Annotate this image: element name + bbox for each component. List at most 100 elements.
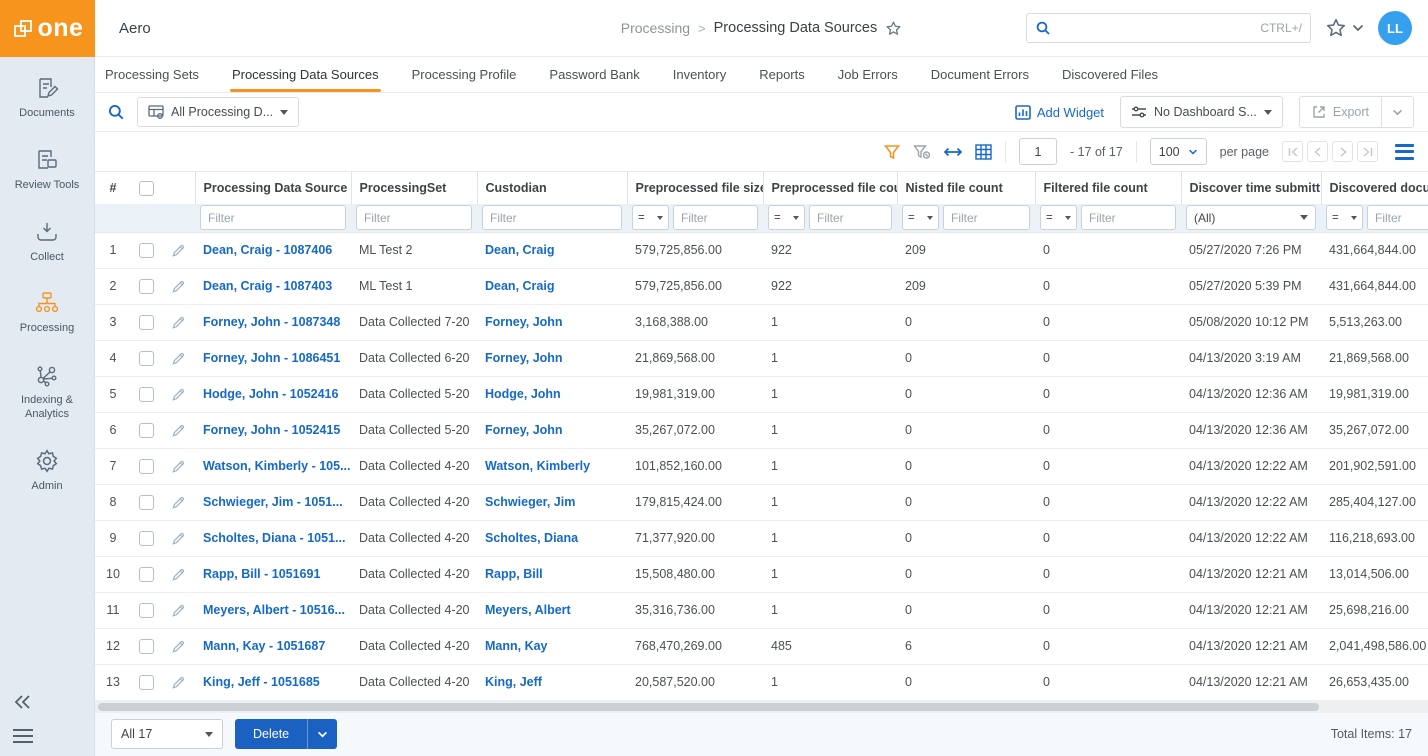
delete-options-button[interactable] bbox=[307, 719, 337, 749]
table-row[interactable]: 5 Hodge, John - 1052416 Data Collected 5… bbox=[95, 376, 1428, 412]
filter-operator-select[interactable]: = bbox=[1326, 205, 1363, 230]
menu-icon[interactable] bbox=[12, 728, 34, 744]
scrollbar-thumb[interactable] bbox=[98, 703, 1319, 711]
data-source-link[interactable]: Schwieger, Jim - 1051... bbox=[203, 495, 343, 509]
sidebar-item-indexing-analytics[interactable]: Indexing & Analytics bbox=[0, 362, 95, 422]
collapse-sidebar-icon[interactable] bbox=[12, 694, 32, 710]
row-checkbox[interactable] bbox=[139, 243, 154, 258]
row-checkbox[interactable] bbox=[139, 387, 154, 402]
custodian-link[interactable]: Forney, John bbox=[485, 315, 563, 329]
table-row[interactable]: 1 Dean, Craig - 1087406 ML Test 2 Dean, … bbox=[95, 232, 1428, 268]
table-row[interactable]: 13 King, Jeff - 1051685 Data Collected 4… bbox=[95, 664, 1428, 700]
custodian-link[interactable]: Forney, John bbox=[485, 351, 563, 365]
edit-icon[interactable] bbox=[171, 243, 186, 258]
col-header-processing-set[interactable]: ProcessingSet bbox=[351, 172, 477, 204]
filter-operator-select[interactable]: = bbox=[768, 205, 805, 230]
custodian-link[interactable]: Mann, Kay bbox=[485, 639, 548, 653]
filter-icon[interactable] bbox=[884, 144, 900, 160]
avatar[interactable]: LL bbox=[1378, 11, 1412, 45]
edit-icon[interactable] bbox=[171, 351, 186, 366]
horizontal-scrollbar[interactable] bbox=[95, 701, 1428, 713]
edit-icon[interactable] bbox=[171, 315, 186, 330]
custodian-link[interactable]: Rapp, Bill bbox=[485, 567, 543, 581]
clear-filter-icon[interactable] bbox=[913, 144, 931, 160]
col-header-processing-data-source[interactable]: Processing Data Source bbox=[195, 172, 351, 204]
page-size-select[interactable]: 100 bbox=[1150, 138, 1207, 165]
dashboard-selector-dropdown[interactable]: No Dashboard S... bbox=[1120, 96, 1283, 128]
col-header-preprocessed-file-count[interactable]: Preprocessed file count bbox=[763, 172, 897, 204]
custodian-link[interactable]: King, Jeff bbox=[485, 675, 542, 689]
table-row[interactable]: 4 Forney, John - 1086451 Data Collected … bbox=[95, 340, 1428, 376]
table-row[interactable]: 7 Watson, Kimberly - 105... Data Collect… bbox=[95, 448, 1428, 484]
edit-icon[interactable] bbox=[171, 531, 186, 546]
resize-columns-icon[interactable] bbox=[944, 146, 962, 158]
table-row[interactable]: 3 Forney, John - 1087348 Data Collected … bbox=[95, 304, 1428, 340]
data-source-link[interactable]: Rapp, Bill - 1051691 bbox=[203, 567, 320, 581]
row-checkbox[interactable] bbox=[139, 567, 154, 582]
sidebar-item-admin[interactable]: Admin bbox=[0, 448, 95, 494]
global-search[interactable]: CTRL+/ bbox=[1026, 13, 1311, 43]
row-checkbox[interactable] bbox=[139, 495, 154, 510]
grid-columns-icon[interactable] bbox=[975, 144, 992, 160]
tab[interactable]: Processing Data Sources bbox=[232, 57, 379, 92]
filter-date-select[interactable]: (All) bbox=[1186, 205, 1316, 230]
export-options-button[interactable] bbox=[1381, 97, 1413, 127]
select-all-checkbox[interactable] bbox=[139, 181, 154, 196]
global-search-input[interactable] bbox=[1057, 21, 1254, 36]
filter-operator-select[interactable]: = bbox=[1040, 205, 1077, 230]
row-checkbox[interactable] bbox=[139, 603, 154, 618]
custodian-link[interactable]: Scholtes, Diana bbox=[485, 531, 578, 545]
page-number-input[interactable] bbox=[1019, 138, 1057, 165]
filter-input-preprocessed-file-count[interactable] bbox=[809, 205, 892, 230]
table-row[interactable]: 11 Meyers, Albert - 10516... Data Collec… bbox=[95, 592, 1428, 628]
tab[interactable]: Job Errors bbox=[838, 57, 898, 92]
filter-input-custodian[interactable] bbox=[482, 205, 622, 230]
prev-page-button[interactable] bbox=[1307, 141, 1328, 162]
first-page-button[interactable] bbox=[1282, 141, 1303, 162]
data-source-link[interactable]: Dean, Craig - 1087403 bbox=[203, 279, 332, 293]
custodian-link[interactable]: Forney, John bbox=[485, 423, 563, 437]
edit-icon[interactable] bbox=[171, 387, 186, 402]
table-row[interactable]: 2 Dean, Craig - 1087403 ML Test 1 Dean, … bbox=[95, 268, 1428, 304]
custodian-link[interactable]: Hodge, John bbox=[485, 387, 561, 401]
next-page-button[interactable] bbox=[1332, 141, 1353, 162]
tab[interactable]: Document Errors bbox=[931, 57, 1029, 92]
col-header-discovered-documents[interactable]: Discovered docum bbox=[1321, 172, 1428, 204]
row-checkbox[interactable] bbox=[139, 315, 154, 330]
breadcrumb-parent[interactable]: Processing bbox=[621, 20, 690, 36]
brand-logo[interactable]: one bbox=[0, 0, 95, 57]
col-header-custodian[interactable]: Custodian bbox=[477, 172, 627, 204]
sidebar-item-review-tools[interactable]: Review Tools bbox=[0, 147, 95, 193]
favorites-menu[interactable] bbox=[1325, 17, 1364, 39]
sidebar-item-processing[interactable]: Processing bbox=[0, 290, 95, 336]
custodian-link[interactable]: Dean, Craig bbox=[485, 243, 554, 257]
table-row[interactable]: 10 Rapp, Bill - 1051691 Data Collected 4… bbox=[95, 556, 1428, 592]
tab[interactable]: Processing Sets bbox=[105, 57, 199, 92]
row-checkbox[interactable] bbox=[139, 459, 154, 474]
table-menu-icon[interactable] bbox=[1395, 144, 1414, 160]
sidebar-item-collect[interactable]: Collect bbox=[0, 219, 95, 265]
view-selector-dropdown[interactable]: All Processing D... bbox=[137, 97, 299, 127]
edit-icon[interactable] bbox=[171, 567, 186, 582]
data-source-link[interactable]: Scholtes, Diana - 1051... bbox=[203, 531, 345, 545]
row-checkbox[interactable] bbox=[139, 675, 154, 690]
data-source-link[interactable]: Watson, Kimberly - 105... bbox=[203, 459, 351, 473]
table-row[interactable]: 12 Mann, Kay - 1051687 Data Collected 4-… bbox=[95, 628, 1428, 664]
custodian-link[interactable]: Watson, Kimberly bbox=[485, 459, 590, 473]
data-source-link[interactable]: Hodge, John - 1052416 bbox=[203, 387, 338, 401]
tab[interactable]: Inventory bbox=[673, 57, 726, 92]
filter-operator-select[interactable]: = bbox=[902, 205, 939, 230]
custodian-link[interactable]: Meyers, Albert bbox=[485, 603, 571, 617]
tab[interactable]: Password Bank bbox=[549, 57, 639, 92]
edit-icon[interactable] bbox=[171, 603, 186, 618]
table-row[interactable]: 8 Schwieger, Jim - 1051... Data Collecte… bbox=[95, 484, 1428, 520]
col-header-discover-time-submitted[interactable]: Discover time submitt... bbox=[1181, 172, 1321, 204]
data-source-link[interactable]: Mann, Kay - 1051687 bbox=[203, 639, 325, 653]
edit-icon[interactable] bbox=[171, 279, 186, 294]
star-icon[interactable] bbox=[1325, 17, 1347, 39]
data-source-link[interactable]: Forney, John - 1086451 bbox=[203, 351, 340, 365]
col-header-index[interactable]: # bbox=[95, 172, 131, 204]
search-icon[interactable] bbox=[107, 103, 125, 121]
tab[interactable]: Discovered Files bbox=[1062, 57, 1158, 92]
edit-icon[interactable] bbox=[171, 675, 186, 690]
